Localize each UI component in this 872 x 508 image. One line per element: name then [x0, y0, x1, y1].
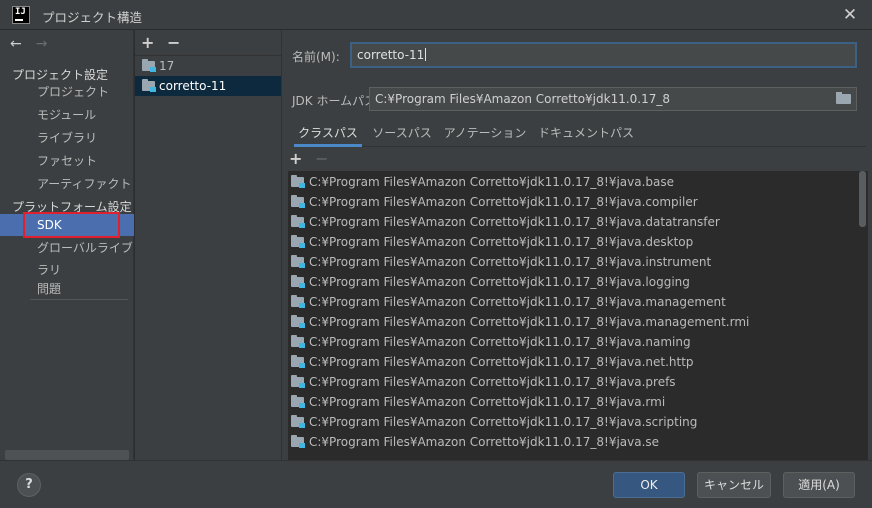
jar-folder-icon [291, 435, 305, 448]
nav-arrows: ← → [10, 36, 61, 52]
sdk-tabs: クラスパス ソースパス アノテーション ドキュメントパス [294, 122, 866, 147]
sdk-detail-panel: 名前(M): corretto-11 JDK ホームパス: C:¥Program… [282, 30, 872, 460]
add-classpath-button[interactable]: + [289, 149, 302, 168]
browse-folder-icon[interactable] [836, 92, 851, 104]
name-label: 名前(M): [292, 50, 340, 64]
classpath-list[interactable]: C:¥Program Files¥Amazon Corretto¥jdk11.0… [288, 171, 868, 460]
classpath-entry[interactable]: C:¥Program Files¥Amazon Corretto¥jdk11.0… [288, 172, 858, 192]
classpath-entry[interactable]: C:¥Program Files¥Amazon Corretto¥jdk11.0… [288, 412, 858, 432]
jar-folder-icon [291, 415, 305, 428]
classpath-entry-label: C:¥Program Files¥Amazon Corretto¥jdk11.0… [309, 195, 698, 209]
jdk-home-path-field[interactable]: C:¥Program Files¥Amazon Corretto¥jdk11.0… [369, 87, 857, 111]
sdk-highlight-box [23, 212, 120, 238]
jar-folder-icon [291, 315, 305, 328]
classpath-entry[interactable]: C:¥Program Files¥Amazon Corretto¥jdk11.0… [288, 272, 858, 292]
sidebar-scrollbar[interactable] [5, 450, 129, 460]
classpath-entry-label: C:¥Program Files¥Amazon Corretto¥jdk11.0… [309, 175, 675, 189]
classpath-entry[interactable]: C:¥Program Files¥Amazon Corretto¥jdk11.0… [288, 352, 858, 372]
classpath-entry-label: C:¥Program Files¥Amazon Corretto¥jdk11.0… [309, 355, 694, 369]
sidebar-item-facets[interactable]: ファセット [0, 150, 134, 172]
classpath-entry[interactable]: C:¥Program Files¥Amazon Corretto¥jdk11.0… [288, 372, 858, 392]
classpath-entry-label: C:¥Program Files¥Amazon Corretto¥jdk11.0… [309, 315, 750, 329]
sdk-item-label: 17 [159, 59, 175, 73]
sdk-list-panel: + − 17 corretto-11 [135, 30, 282, 460]
classpath-entry[interactable]: C:¥Program Files¥Amazon Corretto¥jdk11.0… [288, 392, 858, 412]
classpath-entry[interactable]: C:¥Program Files¥Amazon Corretto¥jdk11.0… [288, 332, 858, 352]
classpath-entry-label: C:¥Program Files¥Amazon Corretto¥jdk11.0… [309, 435, 660, 449]
classpath-entry[interactable]: C:¥Program Files¥Amazon Corretto¥jdk11.0… [288, 292, 858, 312]
classpath-entry-label: C:¥Program Files¥Amazon Corretto¥jdk11.0… [309, 335, 691, 349]
ok-button[interactable]: OK [613, 472, 685, 498]
jar-folder-icon [291, 255, 305, 268]
classpath-entry-label: C:¥Program Files¥Amazon Corretto¥jdk11.0… [309, 375, 676, 389]
arrow-right-icon: → [35, 36, 48, 52]
sidebar-item-artifacts[interactable]: アーティファクト [0, 173, 134, 195]
classpath-entry-label: C:¥Program Files¥Amazon Corretto¥jdk11.0… [309, 395, 666, 409]
tab-annotations[interactable]: アノテーション [441, 122, 529, 147]
sdk-item-label: corretto-11 [159, 79, 227, 93]
tab-sourcepath[interactable]: ソースパス [366, 122, 438, 147]
classpath-entry-label: C:¥Program Files¥Amazon Corretto¥jdk11.0… [309, 415, 698, 429]
tab-documentation-path[interactable]: ドキュメントパス [534, 122, 638, 147]
title-bar: IJ プロジェクト構造 ✕ [0, 0, 872, 30]
arrow-left-icon[interactable]: ← [10, 36, 22, 52]
sidebar-item-project[interactable]: プロジェクト [0, 81, 134, 103]
classpath-entry-label: C:¥Program Files¥Amazon Corretto¥jdk11.0… [309, 215, 720, 229]
help-button[interactable]: ? [17, 473, 41, 497]
sidebar-item-modules[interactable]: モジュール [0, 104, 134, 126]
classpath-entry-label: C:¥Program Files¥Amazon Corretto¥jdk11.0… [309, 295, 726, 309]
remove-classpath-button: − [315, 149, 329, 168]
jar-folder-icon [291, 335, 305, 348]
intellij-app-icon: IJ [12, 6, 30, 24]
dialog-footer: ? OK キャンセル 適用(A) [0, 460, 872, 508]
sidebar-item-global-libraries[interactable]: グローバルライブラリ [0, 237, 134, 277]
sdk-item-corretto-11[interactable]: corretto-11 [135, 76, 281, 96]
name-field[interactable]: corretto-11 [350, 42, 857, 68]
settings-sidebar: ← → プロジェクト設定 プロジェクト モジュール ライブラリ ファセット アーテ… [0, 30, 134, 460]
classpath-entry-label: C:¥Program Files¥Amazon Corretto¥jdk11.0… [309, 235, 694, 249]
cancel-button[interactable]: キャンセル [697, 472, 771, 498]
sidebar-item-libraries[interactable]: ライブラリ [0, 127, 134, 149]
jar-folder-icon [291, 215, 305, 228]
classpath-entry[interactable]: C:¥Program Files¥Amazon Corretto¥jdk11.0… [288, 312, 858, 332]
classpath-entry-label: C:¥Program Files¥Amazon Corretto¥jdk11.0… [309, 275, 690, 289]
classpath-entry[interactable]: C:¥Program Files¥Amazon Corretto¥jdk11.0… [288, 232, 858, 252]
close-icon[interactable]: ✕ [838, 3, 862, 27]
add-sdk-button[interactable]: + [141, 33, 154, 52]
classpath-scrollbar[interactable] [859, 171, 866, 227]
sdk-toolbar: + − [135, 30, 282, 56]
classpath-entry[interactable]: C:¥Program Files¥Amazon Corretto¥jdk11.0… [288, 432, 858, 452]
classpath-entry[interactable]: C:¥Program Files¥Amazon Corretto¥jdk11.0… [288, 192, 858, 212]
sdk-item-17[interactable]: 17 [135, 56, 281, 76]
apply-button[interactable]: 適用(A) [783, 472, 855, 498]
jar-folder-icon [291, 375, 305, 388]
jar-folder-icon [291, 395, 305, 408]
jdk-folder-icon [142, 59, 156, 72]
window-title: プロジェクト構造 [42, 10, 143, 25]
jdk-folder-icon [142, 79, 156, 92]
jdk-home-label: JDK ホームパス: [292, 94, 381, 108]
sidebar-item-problems[interactable]: 問題 [0, 278, 134, 300]
classpath-entry[interactable]: C:¥Program Files¥Amazon Corretto¥jdk11.0… [288, 252, 858, 272]
jar-folder-icon [291, 355, 305, 368]
remove-sdk-button[interactable]: − [167, 33, 180, 52]
jar-folder-icon [291, 295, 305, 308]
jar-folder-icon [291, 195, 305, 208]
jar-folder-icon [291, 175, 305, 188]
jar-folder-icon [291, 235, 305, 248]
classpath-entry-label: C:¥Program Files¥Amazon Corretto¥jdk11.0… [309, 255, 712, 269]
jar-folder-icon [291, 275, 305, 288]
tab-classpath[interactable]: クラスパス [294, 122, 362, 147]
classpath-entry[interactable]: C:¥Program Files¥Amazon Corretto¥jdk11.0… [288, 212, 858, 232]
